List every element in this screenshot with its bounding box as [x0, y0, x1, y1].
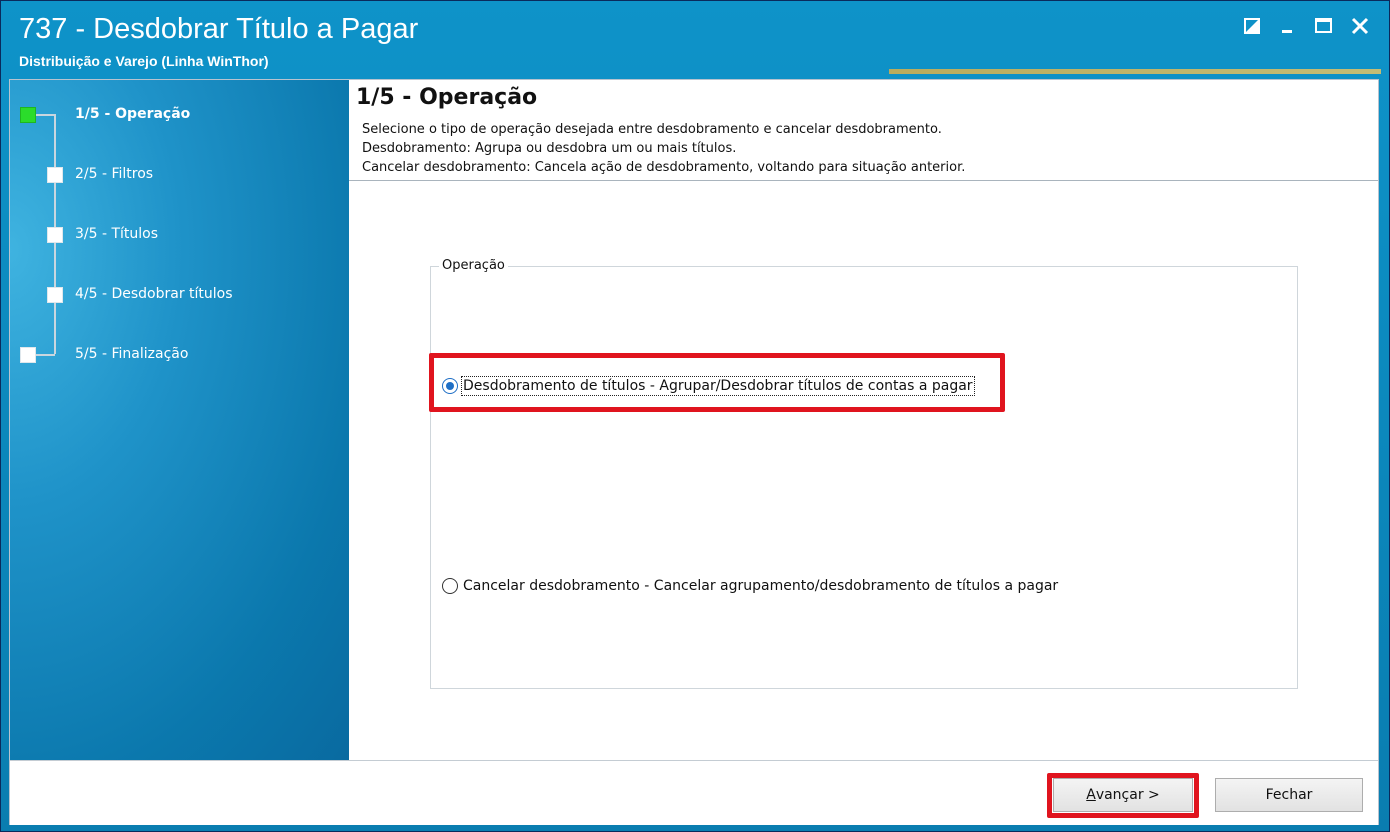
operation-groupbox: Operação Desdobramento de títulos - Agru… [430, 258, 1298, 689]
step-description-line: Desdobramento: Agrupa ou desdobra um ou … [362, 141, 737, 156]
step-operacao[interactable]: 1/5 - Operação [10, 104, 340, 126]
wizard-panel: 1/5 - Operação 2/5 - Filtros 3/5 - Títul… [9, 79, 1379, 825]
radio-cancelar-desdobramento[interactable]: Cancelar desdobramento - Cancelar agrupa… [442, 578, 1058, 594]
wizard-content: 1/5 - Operação Selecione o tipo de opera… [349, 80, 1378, 760]
step-description-line: Cancelar desdobramento: Cancela ação de … [362, 160, 966, 175]
close-button[interactable]: Fechar [1215, 778, 1363, 812]
step-status-icon [20, 107, 36, 123]
step-title: 1/5 - Operação [356, 85, 538, 110]
step-label: 1/5 - Operação [75, 106, 191, 122]
step-status-icon [47, 167, 63, 183]
step-filtros[interactable]: 2/5 - Filtros [10, 164, 340, 186]
application-window: 737 - Desdobrar Título a Pagar Distribui… [0, 0, 1390, 832]
wizard-footer: Avançar > Fechar [10, 760, 1378, 825]
title-bar[interactable]: 737 - Desdobrar Título a Pagar Distribui… [1, 1, 1389, 77]
close-icon[interactable] [1349, 15, 1371, 37]
step-label: 5/5 - Finalização [75, 346, 189, 362]
step-label: 3/5 - Títulos [75, 226, 159, 242]
minimize-icon[interactable] [1277, 15, 1299, 37]
step-status-icon [47, 227, 63, 243]
step-titulos[interactable]: 3/5 - Títulos [10, 224, 340, 246]
step-description-line: Selecione o tipo de operação desejada en… [362, 122, 942, 137]
window-subtitle: Distribuição e Varejo (Linha WinThor) [19, 53, 269, 69]
step-desdobrar-titulos[interactable]: 4/5 - Desdobrar títulos [10, 284, 340, 306]
maximize-icon[interactable] [1313, 15, 1335, 37]
close-button-label: Fechar [1265, 787, 1313, 803]
wizard-steps-sidebar: 1/5 - Operação 2/5 - Filtros 3/5 - Títul… [10, 80, 349, 760]
step-status-icon [20, 347, 36, 363]
step-status-icon [47, 287, 63, 303]
highlight-box-next [1047, 773, 1199, 818]
highlight-box-option [429, 353, 1005, 412]
window-title: 737 - Desdobrar Título a Pagar [19, 13, 419, 45]
restore-icon[interactable] [1241, 15, 1263, 37]
window-controls [1241, 15, 1371, 37]
step-finalizacao[interactable]: 5/5 - Finalização [10, 344, 340, 366]
step-label: 2/5 - Filtros [75, 166, 154, 182]
radio-cancelar-label[interactable]: Cancelar desdobramento - Cancelar agrupa… [463, 578, 1058, 594]
title-accent-stripe [889, 69, 1381, 74]
operation-group-legend: Operação [439, 258, 508, 273]
radio-button-unchecked[interactable] [442, 578, 458, 594]
step-label: 4/5 - Desdobrar títulos [75, 286, 233, 302]
step-header: 1/5 - Operação Selecione o tipo de opera… [349, 80, 1378, 181]
